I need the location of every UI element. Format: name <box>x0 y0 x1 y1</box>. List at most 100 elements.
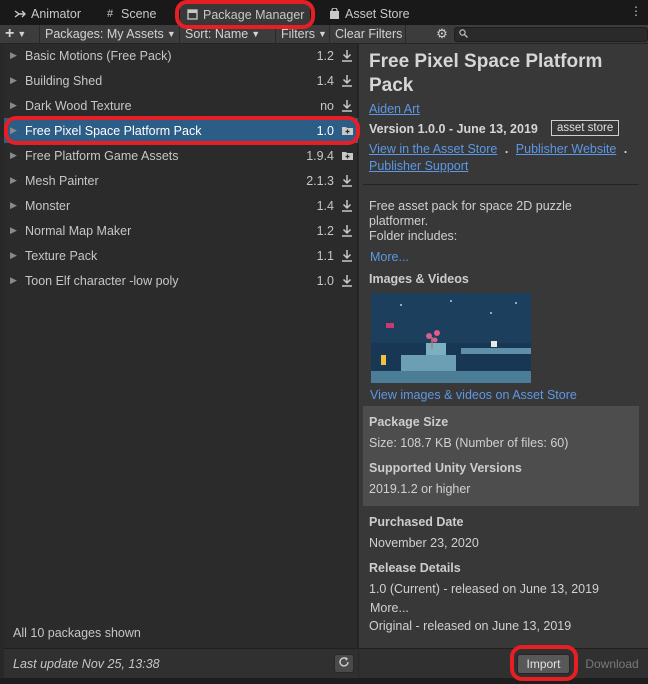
import-icon[interactable] <box>340 149 354 163</box>
separator-dot: . <box>504 142 509 156</box>
chevron-down-icon: ▼ <box>17 29 27 39</box>
filters-dropdown[interactable]: Filters ▼ <box>276 24 330 44</box>
package-links-row: View in the Asset Store . Publisher Webs… <box>369 142 631 156</box>
asset-store-bag-icon <box>328 8 340 20</box>
package-version: 1.0 <box>316 123 334 138</box>
expand-arrow-icon[interactable]: ▶ <box>10 50 17 61</box>
package-version: 1.4 <box>316 73 334 88</box>
expand-arrow-icon[interactable]: ▶ <box>10 125 17 136</box>
expand-arrow-icon[interactable]: ▶ <box>10 200 17 211</box>
animator-icon <box>14 8 26 20</box>
chevron-down-icon: ▼ <box>251 29 261 39</box>
divider <box>363 184 639 185</box>
expand-arrow-icon[interactable]: ▶ <box>10 175 17 186</box>
download-icon[interactable] <box>340 174 354 188</box>
download-icon[interactable] <box>340 249 354 263</box>
tab-package-manager[interactable]: Package Manager <box>180 2 311 25</box>
search-field[interactable] <box>454 27 648 42</box>
purchased-date-heading: Purchased Date <box>369 515 464 529</box>
clear-filters-label: Clear Filters <box>335 27 403 41</box>
package-list-item[interactable]: ▶ Free Platform Game Assets 1.9.4 <box>4 143 358 168</box>
search-input[interactable] <box>472 28 632 41</box>
package-version: no <box>320 98 334 113</box>
tab-scene[interactable]: # Scene <box>104 3 157 25</box>
add-package-button[interactable]: + ▼ <box>0 24 40 44</box>
package-list-item[interactable]: ▶ Basic Motions (Free Pack) 1.2 <box>4 43 358 68</box>
package-version: 1.2 <box>316 223 334 238</box>
sort-dropdown[interactable]: Sort: Name ▼ <box>180 24 276 44</box>
window-bottom-edge <box>0 678 648 684</box>
refresh-button[interactable] <box>334 654 354 673</box>
purchased-date-value: November 23, 2020 <box>369 536 479 550</box>
package-version: 1.2 <box>316 48 334 63</box>
package-name: Monster <box>25 198 71 213</box>
scene-grid-icon: # <box>106 8 114 20</box>
download-icon[interactable] <box>340 274 354 288</box>
package-version: 1.9.4 <box>306 148 334 163</box>
gear-icon: ⚙ <box>436 26 448 41</box>
import-icon[interactable] <box>340 124 354 138</box>
package-list: ▶ Basic Motions (Free Pack) 1.2 ▶ Building S… <box>4 44 358 648</box>
release-more-link[interactable]: More... <box>370 601 409 615</box>
author-link[interactable]: Aiden Art <box>369 102 420 116</box>
packages-scope-label: Packages: My Assets <box>45 27 164 41</box>
package-list-item[interactable]: ▶ Monster 1.4 <box>4 193 358 218</box>
package-name: Free Pixel Space Platform Pack <box>25 123 202 138</box>
search-icon <box>459 28 468 41</box>
package-icon <box>186 9 198 21</box>
release-original-text: Original - released on June 13, 2019 <box>369 619 572 633</box>
download-icon[interactable] <box>340 74 354 88</box>
expand-arrow-icon[interactable]: ▶ <box>10 150 17 161</box>
refresh-icon <box>338 656 350 671</box>
download-icon[interactable] <box>340 49 354 63</box>
expand-arrow-icon[interactable]: ▶ <box>10 100 17 111</box>
clear-filters-button[interactable]: Clear Filters <box>330 24 406 44</box>
package-details: Free Pixel Space Platform Pack Aiden Art… <box>359 44 648 648</box>
tab-label: Asset Store <box>345 7 410 21</box>
package-list-item[interactable]: ▶ Normal Map Maker 1.2 <box>4 218 358 243</box>
package-size-value: Size: 108.7 KB (Number of files: 60) <box>369 436 569 450</box>
unity-versions-heading: Supported Unity Versions <box>369 461 522 475</box>
package-version: 1.0 <box>316 273 334 288</box>
chevron-down-icon: ▼ <box>318 29 327 39</box>
editor-tab-bar: Animator # Scene Package Manager Asset S… <box>0 0 648 25</box>
expand-arrow-icon[interactable]: ▶ <box>10 225 17 236</box>
package-name: Free Platform Game Assets <box>25 148 179 163</box>
release-current-text: 1.0 (Current) - released on June 13, 201… <box>369 582 599 596</box>
package-name: Texture Pack <box>25 248 98 263</box>
packages-count-text: All 10 packages shown <box>13 626 141 640</box>
download-icon[interactable] <box>340 199 354 213</box>
package-list-item[interactable]: ▶ Mesh Painter 2.1.3 <box>4 168 358 193</box>
description-more-link[interactable]: More... <box>370 250 409 264</box>
tab-asset-store[interactable]: Asset Store <box>328 3 410 25</box>
publisher-website-link[interactable]: Publisher Website <box>516 142 617 156</box>
import-button[interactable]: Import <box>517 654 570 674</box>
packages-scope-dropdown[interactable]: Packages: My Assets ▼ <box>40 24 180 44</box>
expand-arrow-icon[interactable]: ▶ <box>10 275 17 286</box>
publisher-support-link[interactable]: Publisher Support <box>369 159 468 173</box>
expand-arrow-icon[interactable]: ▶ <box>10 75 17 86</box>
download-icon[interactable] <box>340 99 354 113</box>
view-in-asset-store-link[interactable]: View in the Asset Store <box>369 142 497 156</box>
tab-animator[interactable]: Animator <box>14 3 81 25</box>
package-list-item[interactable]: ▶ Free Pixel Space Platform Pack 1.0 <box>4 118 358 143</box>
package-list-item[interactable]: ▶ Toon Elf character -low poly 1.0 <box>4 268 358 293</box>
package-list-item[interactable]: ▶ Texture Pack 1.1 <box>4 243 358 268</box>
tab-label: Scene <box>121 7 157 21</box>
release-details-heading: Release Details <box>369 561 461 575</box>
filters-label: Filters <box>281 27 316 41</box>
more-options-icon[interactable]: ⋮ <box>630 4 642 18</box>
download-icon[interactable] <box>340 224 354 238</box>
download-button[interactable]: Download <box>579 654 645 674</box>
package-screenshot-thumbnail[interactable] <box>371 293 531 383</box>
package-size-heading: Package Size <box>369 415 449 429</box>
package-list-item[interactable]: ▶ Dark Wood Texture no <box>4 93 358 118</box>
expand-arrow-icon[interactable]: ▶ <box>10 250 17 261</box>
view-images-videos-link[interactable]: View images & videos on Asset Store <box>370 388 577 402</box>
details-action-bar: Import Download <box>359 648 648 678</box>
package-name: Building Shed <box>25 73 103 88</box>
settings-gear-button[interactable]: ⚙ <box>430 25 454 44</box>
package-list-item[interactable]: ▶ Building Shed 1.4 <box>4 68 358 93</box>
package-name: Dark Wood Texture <box>25 98 132 113</box>
last-update-text: Last update Nov 25, 13:38 <box>13 657 160 671</box>
